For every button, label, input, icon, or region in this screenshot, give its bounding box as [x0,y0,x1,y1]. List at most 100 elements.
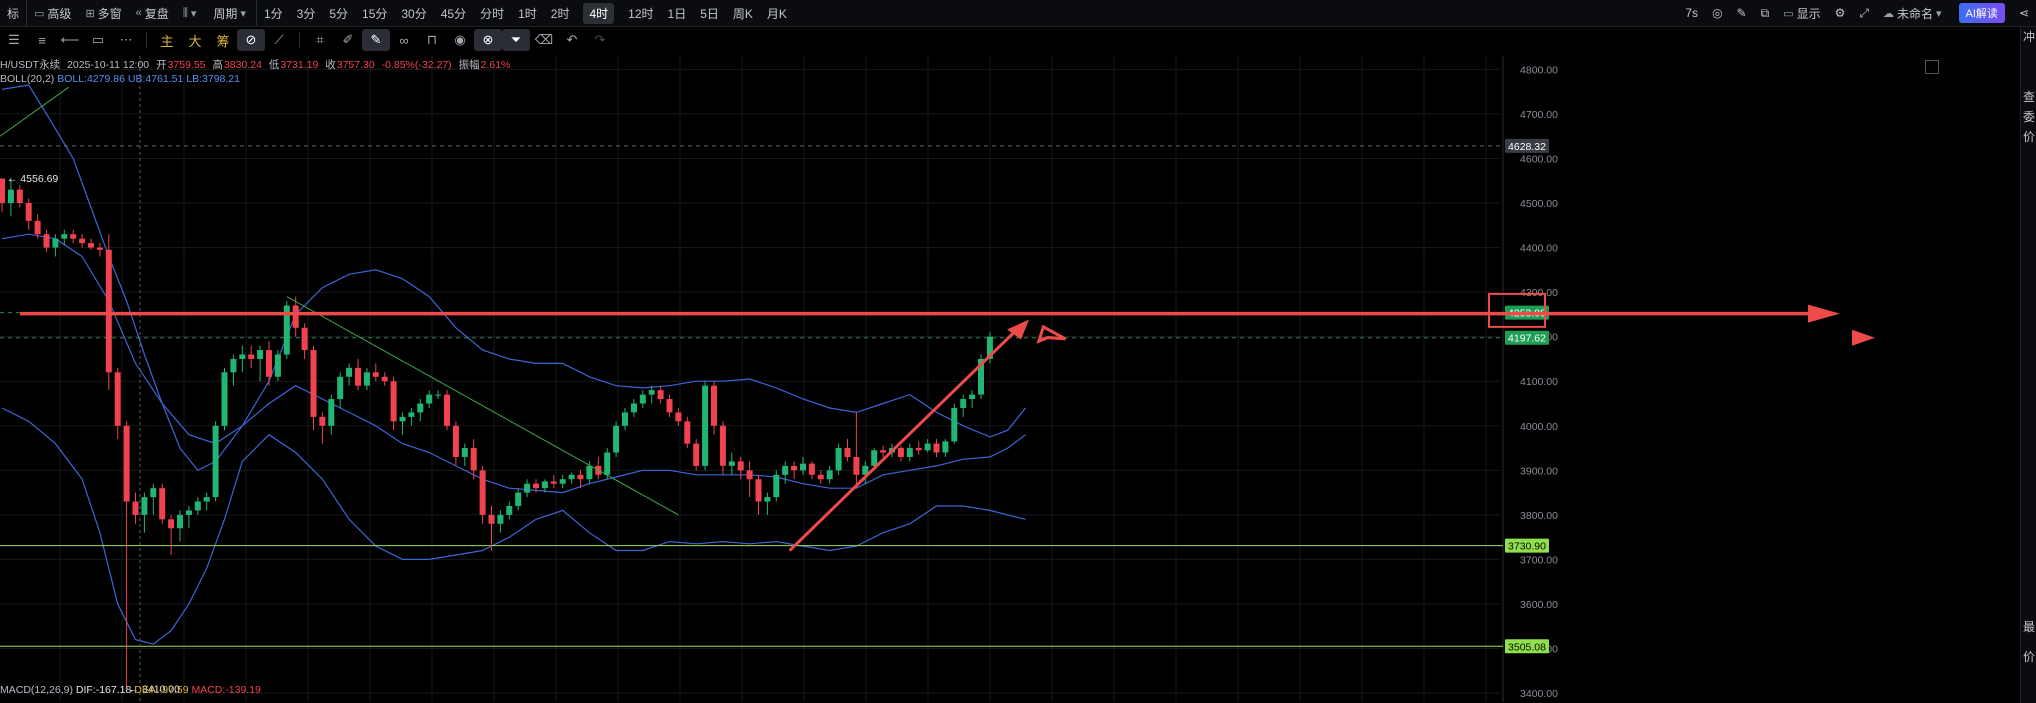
candle-body[interactable] [648,390,655,395]
candle-body[interactable] [951,407,958,442]
period-tab[interactable]: 5分 [322,0,355,26]
candle-body[interactable] [577,474,584,480]
undo-icon[interactable]: ↶ [558,29,586,51]
layout-dropdown[interactable]: ☁ 未命名 ▾ [1876,0,1952,26]
candle-body[interactable] [123,425,130,502]
candle-body[interactable] [791,465,798,471]
magnet-icon[interactable]: ⊗ [474,29,502,51]
candle-body[interactable] [924,443,931,451]
period-tab[interactable]: 30分 [394,0,433,26]
candle-body[interactable] [773,474,780,498]
crop-icon[interactable]: ⌗ [306,29,334,51]
candle-body[interactable] [435,394,442,396]
candle-body[interactable] [61,234,68,239]
expand-icon[interactable] [1925,60,1939,74]
copy-icon[interactable]: ⧉ [1754,0,1777,26]
candle-body[interactable] [515,492,522,506]
share-icon[interactable]: ⋖ [2012,0,2036,26]
candle-body[interactable] [96,247,103,250]
candle-body[interactable] [185,510,192,515]
candle-body[interactable] [310,350,317,417]
candle-body[interactable] [319,416,326,426]
redo-icon[interactable]: ↷ [586,29,614,51]
candle-body[interactable] [684,421,691,444]
candle-body[interactable] [897,448,904,457]
rect-tool-icon[interactable]: ▭ [84,29,112,51]
candle-body[interactable] [141,497,148,515]
advanced-button[interactable]: ▭ 高级 [27,0,78,26]
candle-body[interactable] [452,425,459,457]
candle-body[interactable] [666,399,673,413]
candle-body[interactable] [221,372,228,426]
menu-icon[interactable]: ☰ [0,29,28,51]
main-chart-button[interactable]: 主 [153,29,181,51]
candle-body[interactable] [292,305,299,328]
candle-body[interactable] [969,394,976,400]
replay-button[interactable]: «复盘 [129,0,176,26]
candle-body[interactable] [79,238,86,244]
candle-body[interactable] [728,461,735,466]
period-tab[interactable]: 2时 [544,0,577,26]
candle-body[interactable] [417,403,424,413]
candle-body[interactable] [168,519,175,529]
candle-body[interactable] [622,412,628,426]
candle-body[interactable] [274,354,281,377]
candle-body[interactable] [586,465,593,480]
trash-icon[interactable]: ⌫ [530,29,558,51]
candle-body[interactable] [248,354,255,359]
candle-body[interactable] [782,465,789,475]
candle-body[interactable] [702,385,709,466]
lock-icon[interactable]: ⊓ [418,29,446,51]
fullscreen-icon[interactable]: ⤢ [1852,0,1876,26]
candle-body[interactable] [363,372,370,386]
candle-body[interactable] [239,354,246,359]
candle-body[interactable] [0,178,5,204]
ai-interpret-button[interactable]: AI解读 [1952,0,2012,26]
candle-type-button[interactable]: ⫼ ▾ [176,0,207,26]
candle-body[interactable] [835,448,842,471]
candle-body[interactable] [657,390,664,400]
candle-body[interactable] [497,514,504,524]
candle-body[interactable] [817,474,824,480]
candle-body[interactable] [960,399,967,408]
period-tab[interactable]: 12时 [621,0,660,26]
candle-body[interactable] [132,501,139,515]
candle-body[interactable] [52,238,59,248]
candle-body[interactable] [25,203,32,221]
candle-body[interactable] [675,412,682,422]
more-icon[interactable]: ⋯ [112,29,140,51]
settings-icon[interactable]: ⚙ [1828,0,1853,26]
candle-body[interactable] [559,479,566,484]
candle-body[interactable] [800,463,806,471]
period-tab[interactable]: 1日 [661,0,694,26]
candle-body[interactable] [346,367,353,377]
candle-body[interactable] [533,483,539,489]
candle-body[interactable] [506,505,513,515]
candle-body[interactable] [524,483,531,493]
candle-body[interactable] [426,394,433,404]
tb-item-0[interactable]: 标 [0,0,28,26]
align-icon[interactable]: ≡ [28,29,56,51]
candle-body[interactable] [16,189,23,204]
candle-body[interactable] [7,189,14,204]
candle-body[interactable] [630,403,637,413]
big-order-button[interactable]: 大 [181,29,209,51]
candle-body[interactable] [328,399,335,426]
candle-body[interactable] [613,425,620,453]
candle-body[interactable] [266,350,272,377]
candle-body[interactable] [853,456,860,475]
candle-body[interactable] [177,514,183,529]
period-tab[interactable]: 5日 [693,0,726,26]
candle-body[interactable] [550,481,557,484]
candle-body[interactable] [737,461,744,471]
candle-body[interactable] [871,450,878,466]
candle-body[interactable] [372,372,379,377]
chip-button[interactable]: 筹 [209,29,237,51]
candle-body[interactable] [88,243,94,248]
candle-body[interactable] [257,350,264,359]
ruler-icon[interactable]: ⟋ [265,29,293,51]
period-tab[interactable]: 月K [760,0,794,26]
period-tab[interactable]: 分时 [473,0,511,26]
camera-icon[interactable]: ◎ [1705,0,1729,26]
period-tab[interactable]: 15分 [355,0,394,26]
